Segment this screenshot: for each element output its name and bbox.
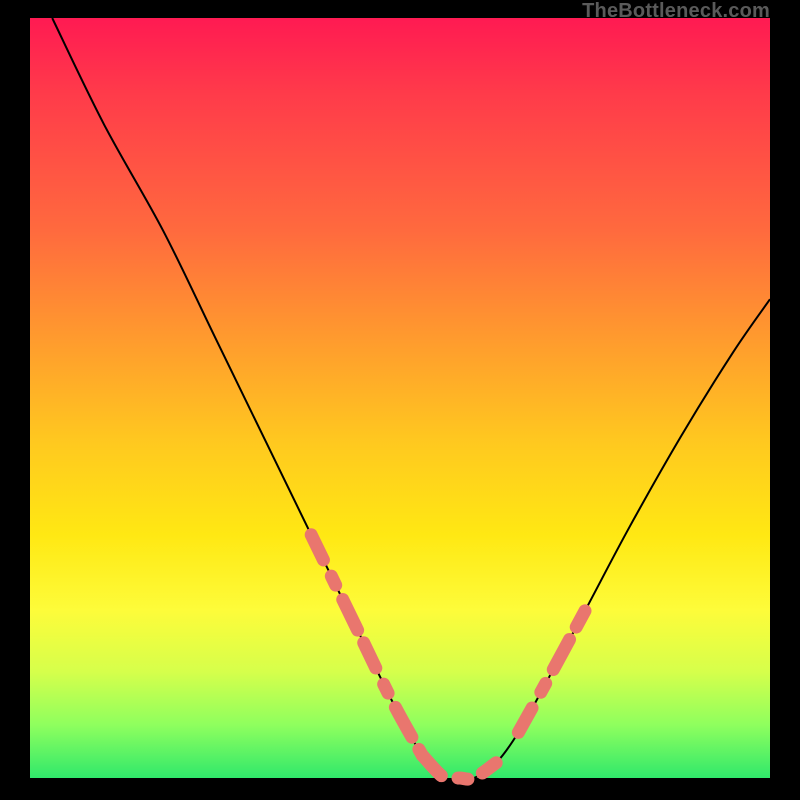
watermark-text: TheBottleneck.com xyxy=(582,0,770,23)
plot-area xyxy=(30,18,770,778)
curve-layer xyxy=(52,18,770,780)
highlight-layer xyxy=(311,535,585,780)
chart-svg xyxy=(30,18,770,778)
highlight-segment xyxy=(518,611,585,733)
highlight-segment xyxy=(422,755,496,779)
chart-frame: TheBottleneck.com xyxy=(0,0,800,800)
bottleneck-curve-path xyxy=(52,18,770,780)
